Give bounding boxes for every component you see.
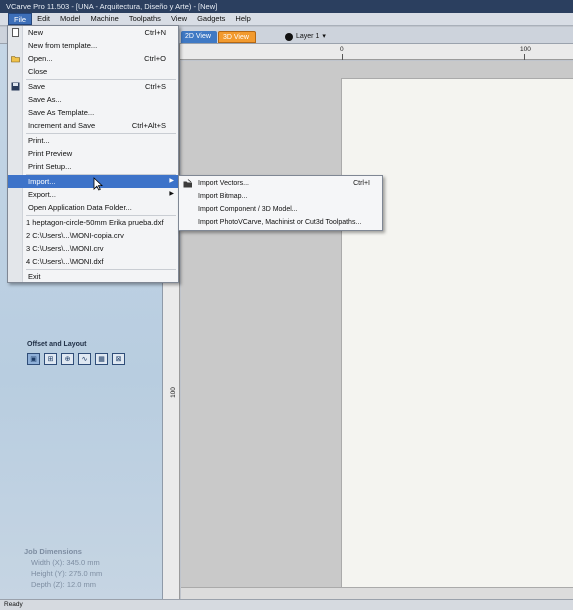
menu-item-print[interactable]: Print... [8,134,178,147]
title-bar: VCarve Pro 11.503 - [UNA - Arquitectura,… [0,0,573,13]
menu-edit[interactable]: Edit [32,13,55,25]
application-window: VCarve Pro 11.503 - [UNA - Arquitectura,… [0,0,573,610]
menu-item-print-setup[interactable]: Print Setup... [8,160,178,173]
menu-item-label: Export... [28,190,56,199]
submenu-item-import-component[interactable]: Import Component / 3D Model... [179,203,382,216]
hruler-label-0: 0 [340,46,344,53]
material-sheet [341,78,573,587]
menu-view[interactable]: View [166,13,192,25]
menu-item-recent-1[interactable]: 1 heptagon-circle-50mm Erika prueba.dxf [8,216,178,229]
save-disk-icon [11,82,20,91]
menu-item-exit[interactable]: Exit [8,270,178,283]
menu-item-label: Print Preview [28,149,73,158]
menu-item-label: Print Setup... [28,162,72,171]
job-width: Width (X): 345.0 mm [31,558,100,567]
offset-layout-heading: Offset and Layout [27,341,87,348]
submenu-item-shortcut: Ctrl+I [353,180,370,187]
menu-item-increment-save[interactable]: Increment and Save Ctrl+Alt+S [8,119,178,132]
menu-item-save-as[interactable]: Save As... [8,93,178,106]
menu-item-label: 4 C:\Users\...\MONI.dxf [26,257,104,266]
layer-label: Layer 1 [296,33,320,40]
submenu-item-label: Import Bitmap... [198,193,248,200]
menu-item-open-app-data[interactable]: Open Application Data Folder... [8,201,178,214]
menu-item-label: Save As... [28,95,62,104]
menu-item-shortcut: Ctrl+S [144,82,166,91]
horizontal-scrollbar[interactable] [181,587,573,599]
submenu-item-import-toolpaths[interactable]: Import PhotoVCarve, Machinist or Cut3d T… [179,216,382,229]
menu-item-label: Import... [28,177,56,186]
status-bar: Ready [0,599,573,610]
drawing-canvas[interactable] [181,61,573,587]
nesting-icon[interactable]: ▦ [95,353,108,365]
menu-gadgets[interactable]: Gadgets [192,13,230,25]
menu-toolpaths[interactable]: Toolpaths [124,13,166,25]
menu-item-open[interactable]: Open... Ctrl+O [8,52,178,65]
menu-item-label: 1 heptagon-circle-50mm Erika prueba.dxf [26,218,164,227]
job-dimensions: Job Dimensions Width (X): 345.0 mm Heigh… [24,546,102,590]
import-vectors-icon [183,179,192,188]
menu-item-save[interactable]: Save Ctrl+S [8,80,178,93]
submenu-item-import-vectors[interactable]: Import Vectors... Ctrl+I [179,177,382,190]
tab-2d-view[interactable]: 2D View [181,31,217,43]
offset-layout-toolbar: ▣ ⊞ ⊕ ∿ ▦ ⊠ [27,353,125,365]
tab-3d-view[interactable]: 3D View [218,31,256,43]
menu-machine[interactable]: Machine [85,13,123,25]
menu-item-shortcut: Ctrl+Alt+S [131,121,166,130]
menu-item-label: 3 C:\Users\...\MONI.crv [26,244,104,253]
new-file-icon [12,28,19,37]
job-dimensions-title: Job Dimensions [24,547,82,556]
menu-item-recent-2[interactable]: 2 C:\Users\...\MONI-copia.crv [8,229,178,242]
submenu-item-label: Import Component / 3D Model... [198,206,298,213]
menu-help[interactable]: Help [230,13,255,25]
circular-array-icon[interactable]: ⊕ [61,353,74,365]
menu-item-new-from-template[interactable]: New from template... [8,39,178,52]
vruler-label-100: 100 [169,387,177,398]
hruler-label-100: 100 [520,46,531,53]
menu-item-label: Save [28,82,46,91]
chevron-down-icon: ▾ [322,33,326,40]
import-submenu: Import Vectors... Ctrl+I Import Bitmap..… [178,175,383,231]
menu-item-close[interactable]: Close [8,65,178,78]
horizontal-ruler: 0 100 [180,44,573,60]
menu-item-label: Open... [28,54,53,63]
menu-item-label: Open Application Data Folder... [28,203,132,212]
submenu-item-import-bitmap[interactable]: Import Bitmap... [179,190,382,203]
menu-item-label: 2 C:\Users\...\MONI-copia.crv [26,231,124,240]
file-menu: New Ctrl+N New from template... Open... … [7,25,179,283]
open-folder-icon [11,56,20,63]
menu-item-shortcut: Ctrl+N [144,28,166,37]
menu-item-label: Exit [28,272,41,281]
job-height: Height (Y): 275.0 mm [31,569,103,578]
hruler-tick [342,54,343,60]
offset-icon[interactable]: ▣ [27,353,40,365]
menu-item-label: Increment and Save [28,121,96,130]
menu-item-print-preview[interactable]: Print Preview [8,147,178,160]
fit-curve-icon[interactable]: ∿ [78,353,91,365]
menu-item-recent-4[interactable]: 4 C:\Users\...\MONI.dxf [8,255,178,268]
table-layout-icon[interactable]: ⊠ [112,353,125,365]
hruler-tick [524,54,525,60]
menu-item-label: Close [28,67,48,76]
array-copy-icon[interactable]: ⊞ [44,353,57,365]
menu-item-label: Save As Template... [28,108,95,117]
menu-item-label: New [28,28,44,37]
menu-item-label: New from template... [28,41,98,50]
menu-item-label: Print... [28,136,50,145]
submenu-arrow-icon: ▶ [169,191,174,197]
layer-icon [285,32,293,41]
menu-item-shortcut: Ctrl+O [144,54,166,63]
status-text: Ready [4,601,23,608]
mouse-cursor-icon [93,177,103,191]
window-title: VCarve Pro 11.503 - [UNA - Arquitectura,… [6,2,218,11]
submenu-item-label: Import PhotoVCarve, Machinist or Cut3d T… [198,219,362,226]
submenu-item-label: Import Vectors... [198,180,249,187]
menu-item-recent-3[interactable]: 3 C:\Users\...\MONI.crv [8,242,178,255]
job-depth: Depth (Z): 12.0 mm [31,580,97,589]
menu-model[interactable]: Model [55,13,85,25]
menu-item-new[interactable]: New Ctrl+N [8,26,178,39]
menu-item-save-as-template[interactable]: Save As Template... [8,106,178,119]
layer-dropdown[interactable]: Layer 1 ▾ [285,31,326,42]
menu-file[interactable]: File [8,13,33,25]
submenu-arrow-icon: ▶ [169,178,174,184]
